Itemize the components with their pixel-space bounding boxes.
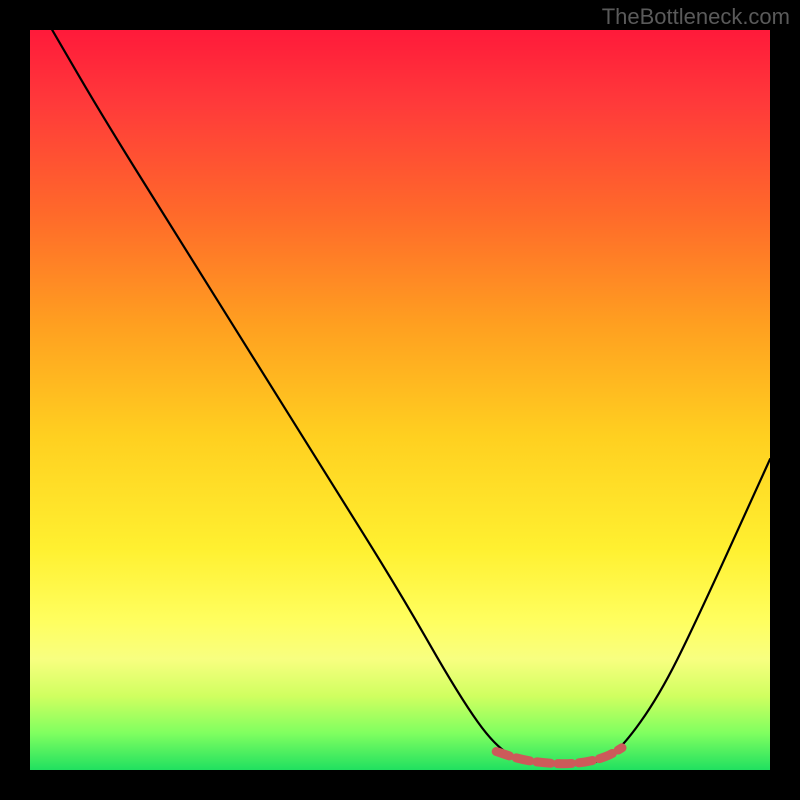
bottleneck-chart — [30, 30, 770, 770]
bottleneck-curve-line — [52, 30, 770, 765]
optimal-range-marker-line — [496, 748, 622, 764]
watermark-text: TheBottleneck.com — [602, 4, 790, 30]
